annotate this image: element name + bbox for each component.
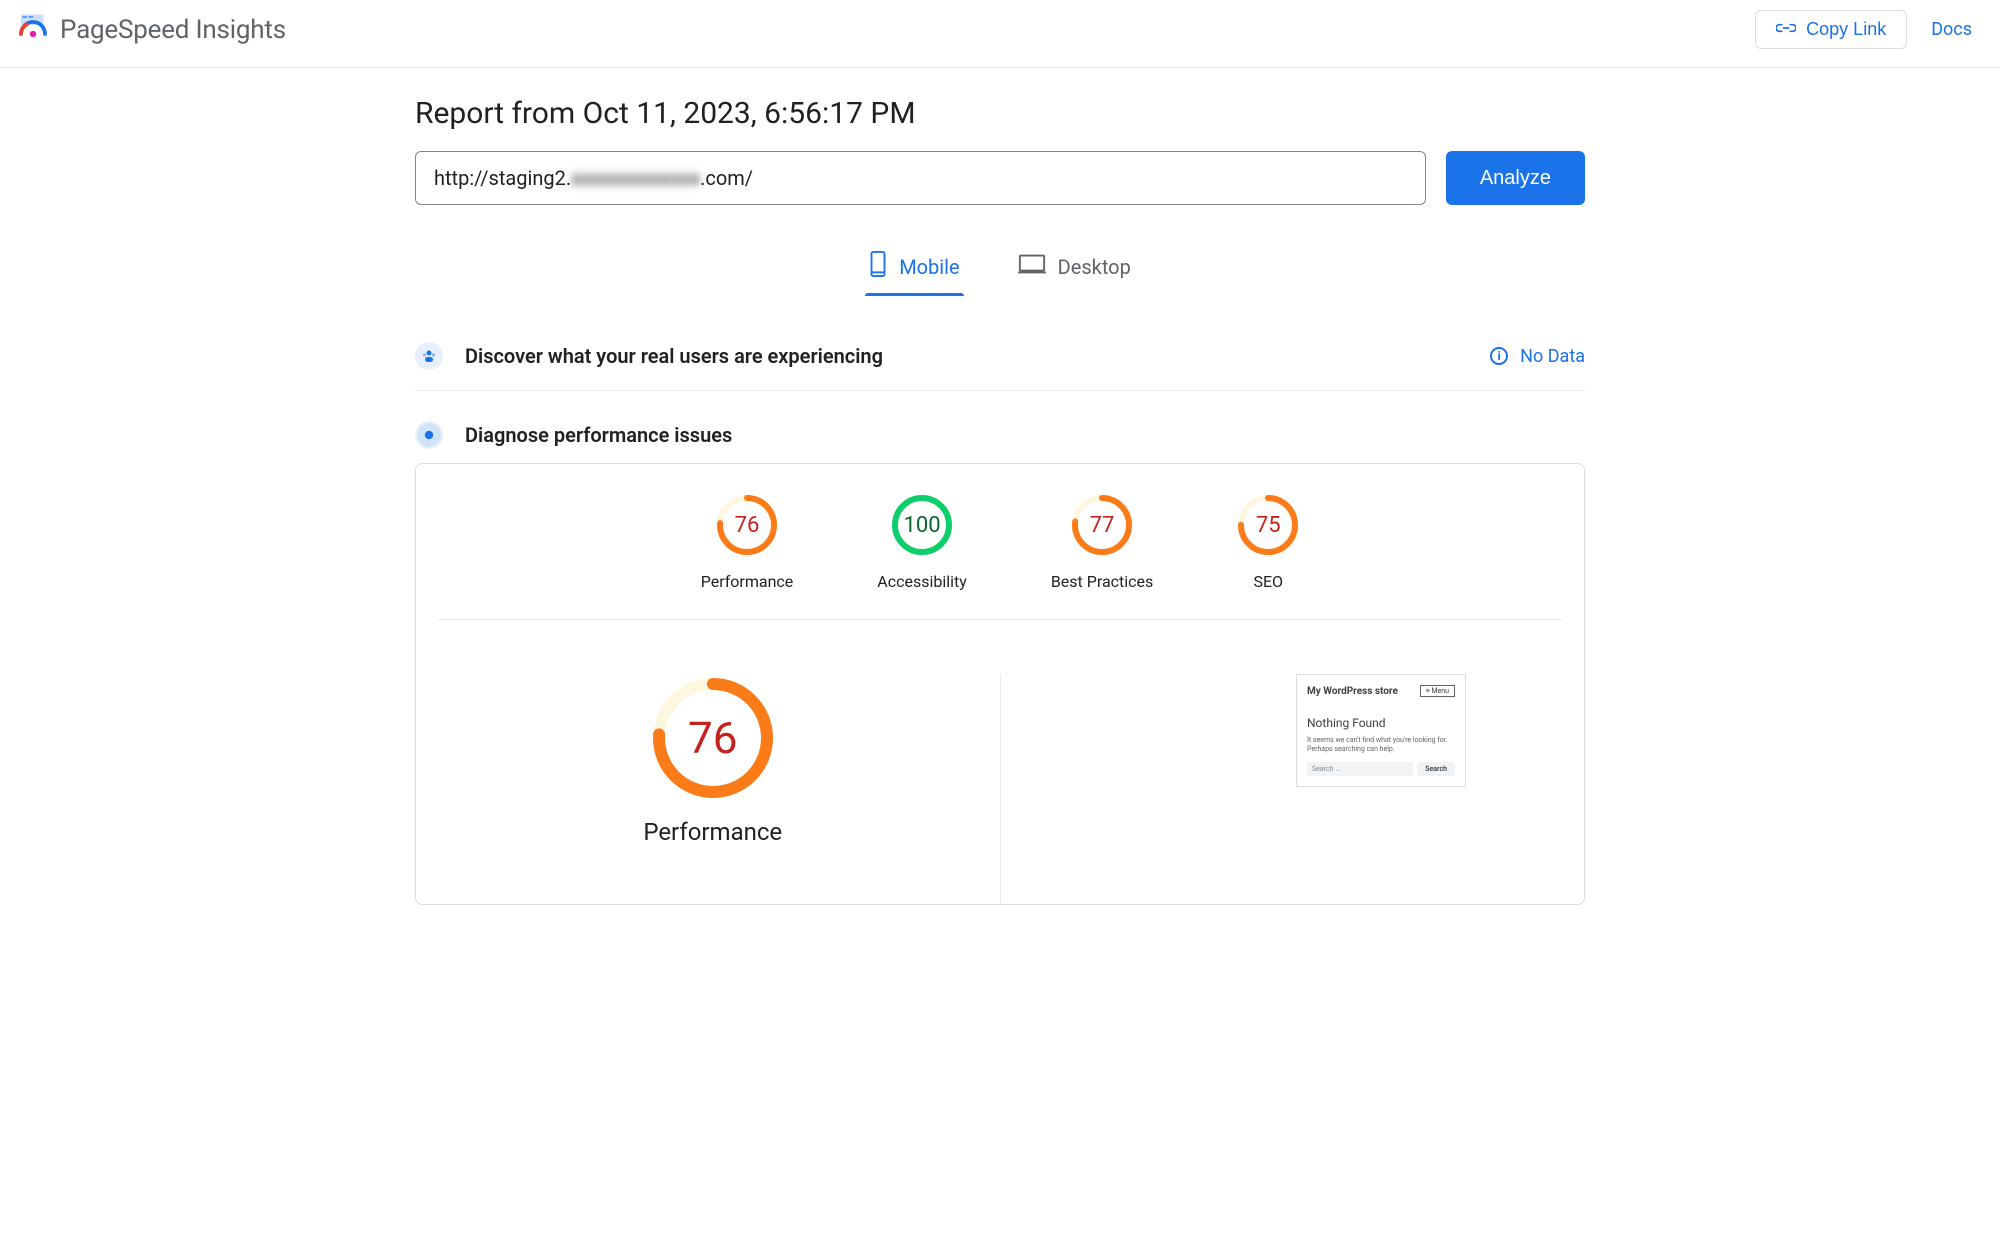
docs-link[interactable]: Docs (1931, 19, 1972, 40)
header-actions: Copy Link Docs (1755, 10, 1972, 49)
url-suffix-text: .com/ (700, 166, 753, 190)
no-data-label: No Data (1520, 346, 1585, 367)
thumb-menu-button: ≡ Menu (1420, 685, 1455, 697)
real-users-heading: Discover what your real users are experi… (465, 344, 883, 368)
thumb-heading: Nothing Found (1307, 716, 1455, 730)
gauge-value: 77 (1071, 494, 1133, 556)
no-data-pill[interactable]: i No Data (1490, 346, 1585, 367)
gauge-ring: 76 (716, 494, 778, 556)
diagnose-section-header: Diagnose performance issues (415, 421, 1585, 449)
bottom-row: 76 Performance My WordPress store ≡ Menu… (426, 674, 1574, 904)
tab-desktop-label: Desktop (1058, 255, 1131, 279)
main: Report from Oct 11, 2023, 6:56:17 PM htt… (415, 96, 1585, 905)
thumb-site-title: My WordPress store (1307, 685, 1398, 698)
tab-mobile-label: Mobile (899, 255, 959, 279)
big-performance-gauge: 76 (653, 678, 773, 798)
gauge-value: 75 (1237, 494, 1299, 556)
thumb-paragraph: It seems we can't find what you're looki… (1307, 736, 1455, 754)
gauge-label: Performance (701, 572, 794, 591)
tab-desktop[interactable]: Desktop (1014, 245, 1135, 296)
url-row: http://staging2.xxxxxxxxxxxxx.com/ Analy… (415, 151, 1585, 205)
desktop-icon (1018, 253, 1046, 280)
url-redacted-text: xxxxxxxxxxxxx (571, 166, 700, 190)
mobile-icon (869, 251, 887, 282)
gauge-ring: 75 (1237, 494, 1299, 556)
copy-link-label: Copy Link (1806, 19, 1886, 40)
screenshot-column: My WordPress store ≡ Menu Nothing Found … (1001, 674, 1575, 904)
app-title: PageSpeed Insights (60, 15, 286, 45)
diagnose-heading: Diagnose performance issues (465, 423, 732, 447)
url-input[interactable]: http://staging2.xxxxxxxxxxxxx.com/ (415, 151, 1426, 205)
header-bar: PageSpeed Insights Copy Link Docs (0, 0, 2000, 68)
gauge-row: 76 Performance 100 Accessibility 77 Best Prac… (438, 494, 1562, 620)
gauge-ring: 77 (1071, 494, 1133, 556)
users-icon (415, 342, 443, 370)
thumb-search-button: Search (1417, 762, 1455, 776)
copy-link-button[interactable]: Copy Link (1755, 10, 1907, 49)
psi-logo-icon (18, 13, 48, 47)
gauge-label: SEO (1253, 572, 1283, 591)
thumb-search-input: Search … (1307, 762, 1413, 776)
report-title: Report from Oct 11, 2023, 6:56:17 PM (415, 96, 1585, 131)
analyze-button[interactable]: Analyze (1446, 151, 1585, 205)
gauge-ring: 100 (891, 494, 953, 556)
gauge-label: Accessibility (877, 572, 967, 591)
brand: PageSpeed Insights (18, 13, 286, 47)
gauge-value: 100 (891, 494, 953, 556)
real-users-section-header: Discover what your real users are experi… (415, 332, 1585, 391)
big-performance-label: Performance (643, 818, 782, 846)
info-icon: i (1490, 347, 1508, 365)
gauge-item-best-practices[interactable]: 77 Best Practices (1051, 494, 1153, 591)
device-tabs: Mobile Desktop (415, 245, 1585, 296)
big-performance-column: 76 Performance (426, 674, 1001, 904)
page-screenshot-thumbnail: My WordPress store ≡ Menu Nothing Found … (1296, 674, 1466, 787)
gauge-label: Best Practices (1051, 572, 1153, 591)
tab-mobile[interactable]: Mobile (865, 245, 963, 296)
link-icon (1776, 19, 1796, 40)
gauge-item-performance[interactable]: 76 Performance (701, 494, 794, 591)
big-performance-value: 76 (653, 678, 773, 798)
diagnose-icon (415, 421, 443, 449)
url-prefix-text: http://staging2. (434, 166, 571, 190)
gauge-item-seo[interactable]: 75 SEO (1237, 494, 1299, 591)
gauge-item-accessibility[interactable]: 100 Accessibility (877, 494, 967, 591)
gauge-value: 76 (716, 494, 778, 556)
scores-card: 76 Performance 100 Accessibility 77 Best Prac… (415, 463, 1585, 905)
